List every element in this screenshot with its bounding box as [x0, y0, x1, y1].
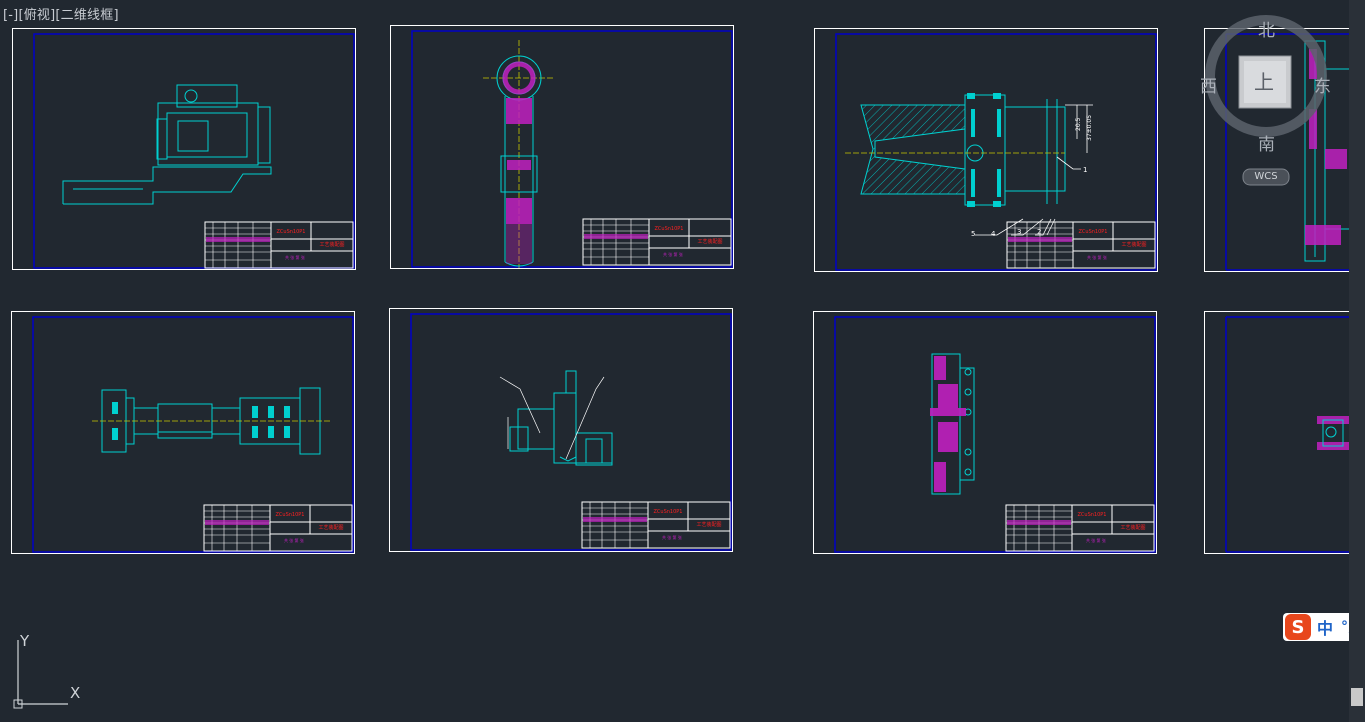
title-block-footer: 共 张 第 张 — [1086, 537, 1106, 543]
drawing-sheet-2[interactable]: ZCuSn10P1 工艺装配图 共 张 第 张 — [390, 25, 734, 269]
title-block-material: ZCuSn10P1 — [1079, 229, 1108, 235]
ucs-x-label: X — [70, 684, 81, 702]
sheet-5-title-block: ZCuSn10P1 工艺装配图 共 张 第 张 — [203, 504, 353, 552]
wcs-menu-button[interactable]: WCS — [1243, 171, 1289, 182]
sheet-3-drawing: 20.5 37±0.05 1 4 5 3 2 ZCuSn10P1 工艺装配图 共… — [835, 33, 1157, 271]
vertical-scrollbar[interactable] — [1349, 0, 1365, 722]
ime-logo-icon[interactable]: S — [1285, 614, 1311, 640]
title-block-name: 工艺装配图 — [319, 241, 344, 248]
sheet-7-title-block: ZCuSn10P1 工艺装配图 共 张 第 张 — [1005, 504, 1155, 552]
title-block-name: 工艺装配图 — [697, 238, 722, 245]
title-block-material: ZCuSn10P1 — [276, 512, 305, 518]
sheet-3-title-block: ZCuSn10P1 工艺装配图 共 张 第 张 — [1006, 221, 1156, 269]
callout-2: 2 — [1037, 228, 1041, 236]
sheet-1-title-block: ZCuSn10P1 工艺装配图 共 张 第 张 — [204, 221, 354, 269]
sheet-6-title-block: ZCuSn10P1 工艺装配图 共 张 第 张 — [581, 501, 731, 549]
viewport-label[interactable]: [-][俯视][二维线框] — [3, 4, 119, 23]
title-block-footer: 共 张 第 张 — [663, 251, 683, 257]
drawing-sheet-7[interactable]: ZCuSn10P1 工艺装配图 共 张 第 张 — [813, 311, 1157, 554]
drawing-sheet-3[interactable]: 20.5 37±0.05 1 4 5 3 2 ZCuSn10P1 工艺装配图 共… — [814, 28, 1158, 272]
callout-3: 3 — [1017, 228, 1021, 236]
title-block-footer: 共 张 第 张 — [285, 254, 305, 260]
dimension-b: 37±0.05 — [1086, 115, 1093, 141]
navigation-cube[interactable]: 北 南 东 西 上 WCS — [1196, 14, 1336, 194]
title-block-name: 工艺装配图 — [318, 524, 343, 531]
callout-1: 1 — [1083, 166, 1087, 174]
compass-ring — [1205, 15, 1327, 186]
drawing-sheet-1[interactable]: ZCuSn10P1 工艺装配图 共 张 第 张 — [12, 28, 356, 270]
sheet-2-drawing: ZCuSn10P1 工艺装配图 共 张 第 张 — [411, 30, 733, 268]
title-block-name: 工艺装配图 — [1120, 524, 1145, 531]
scrollbar-thumb[interactable] — [1351, 688, 1363, 706]
view-menu[interactable]: [俯视] — [18, 8, 55, 23]
title-block-material: ZCuSn10P1 — [277, 229, 306, 235]
title-block-name: 工艺装配图 — [1121, 241, 1146, 248]
title-block-material: ZCuSn10P1 — [1078, 512, 1107, 518]
title-block-name: 工艺装配图 — [696, 521, 721, 528]
compass-south-label[interactable]: 南 — [1258, 130, 1275, 155]
title-block-footer: 共 张 第 张 — [284, 537, 304, 543]
compass-north-label[interactable]: 北 — [1258, 16, 1275, 41]
dimension-a: 20.5 — [1075, 117, 1082, 131]
title-block-footer: 共 张 第 张 — [662, 534, 682, 540]
drawing-sheet-6[interactable]: ZCuSn10P1 工艺装配图 共 张 第 张 — [389, 308, 733, 552]
visual-style-menu[interactable]: [二维线框] — [55, 8, 118, 23]
sheet-1-drawing: ZCuSn10P1 工艺装配图 共 张 第 张 — [33, 33, 355, 269]
sheet-8-drawing — [1225, 316, 1349, 553]
title-block-footer: 共 张 第 张 — [1087, 254, 1107, 260]
sheet-2-title-block: ZCuSn10P1 工艺装配图 共 张 第 张 — [582, 218, 732, 266]
compass-east-label[interactable]: 东 — [1314, 72, 1331, 97]
sheet-6-drawing: ZCuSn10P1 工艺装配图 共 张 第 张 — [410, 313, 732, 551]
callout-4: 4 — [991, 230, 996, 238]
drawing-sheet-5[interactable]: ZCuSn10P1 工艺装配图 共 张 第 张 — [11, 311, 355, 554]
ime-mode-toggle[interactable]: 中 — [1317, 615, 1333, 639]
viewcube-top-face[interactable]: 上 — [1254, 66, 1274, 95]
title-block-material: ZCuSn10P1 — [655, 226, 684, 232]
sheet-7-drawing: ZCuSn10P1 工艺装配图 共 张 第 张 — [834, 316, 1156, 553]
callout-5: 5 — [971, 230, 975, 238]
compass-west-label[interactable]: 西 — [1200, 72, 1217, 97]
drawing-sheet-8[interactable] — [1204, 311, 1349, 554]
ucs-icon: Y X — [10, 632, 90, 712]
sheet-5-drawing: ZCuSn10P1 工艺装配图 共 张 第 张 — [32, 316, 354, 553]
viewport-control-menu[interactable]: [-] — [3, 8, 18, 23]
ucs-y-label: Y — [20, 632, 30, 650]
title-block-material: ZCuSn10P1 — [654, 509, 683, 515]
